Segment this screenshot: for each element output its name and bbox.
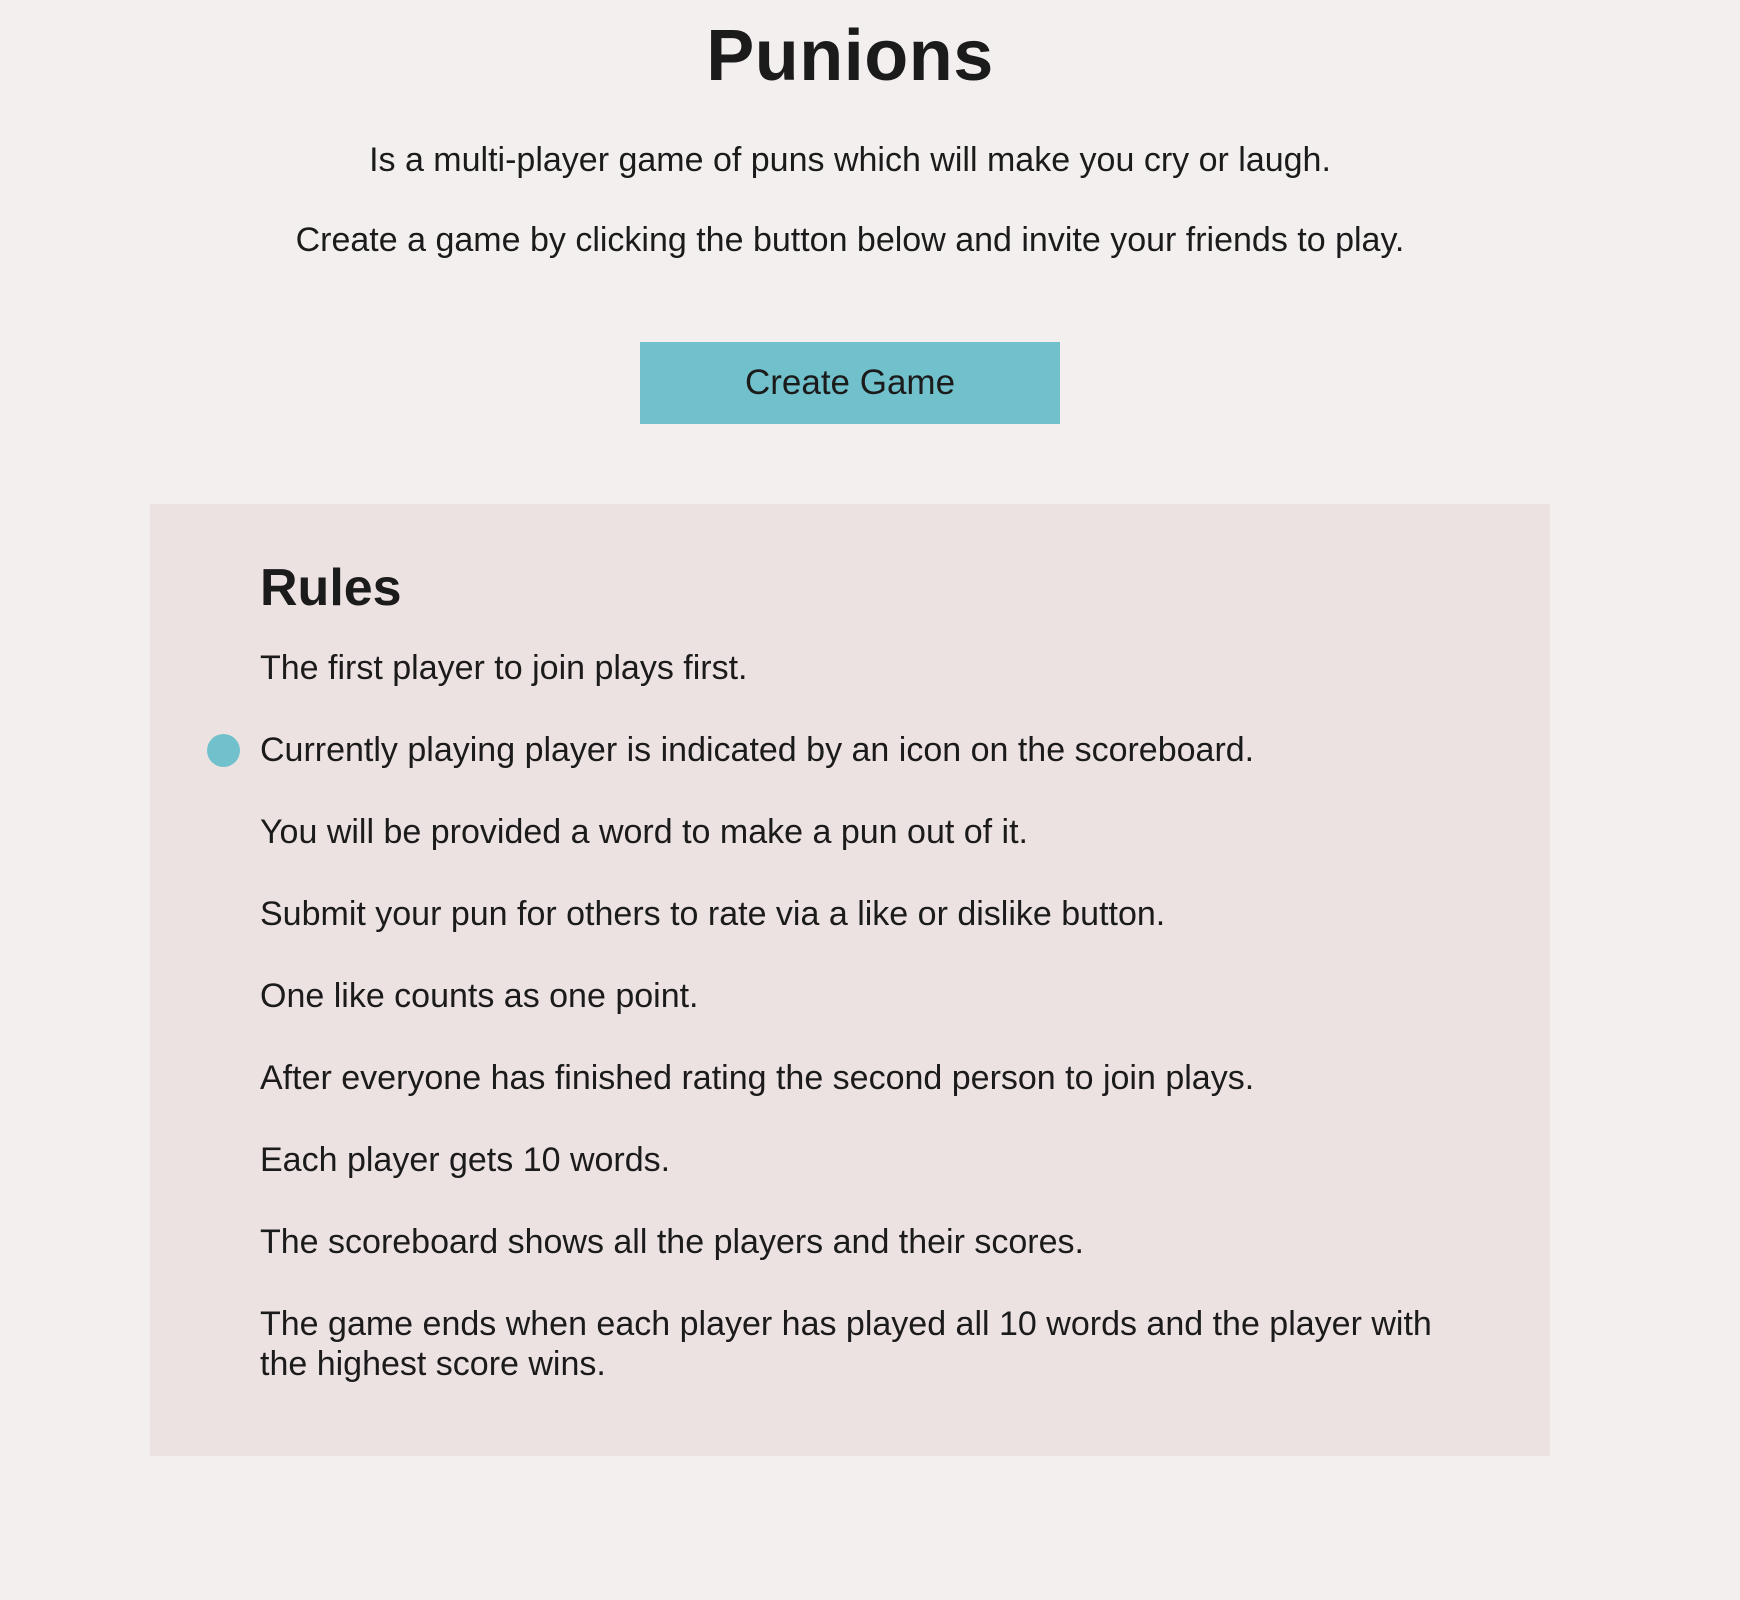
rules-panel: Rules The first player to join plays fir… <box>150 504 1550 1456</box>
rule-item: The game ends when each player has playe… <box>260 1305 1432 1383</box>
instruction-text: Create a game by clicking the button bel… <box>295 221 1405 259</box>
create-game-button[interactable]: Create Game <box>640 342 1060 424</box>
page-title: Punions <box>706 16 994 96</box>
rule-item: The scoreboard shows all the players and… <box>260 1223 1084 1261</box>
rule-item: The first player to join plays first. <box>260 649 748 687</box>
rule-item: After everyone has finished rating the s… <box>260 1059 1255 1097</box>
tagline: Is a multi-player game of puns which wil… <box>369 141 1331 179</box>
rules-heading: Rules <box>260 559 402 617</box>
rule-item: Submit your pun for others to rate via a… <box>260 895 1166 933</box>
rule-item: One like counts as one point. <box>260 977 699 1015</box>
circle-dot-icon <box>207 734 240 767</box>
rule-item: Each player gets 10 words. <box>260 1141 671 1179</box>
rule-item: You will be provided a word to make a pu… <box>260 813 1028 851</box>
rule-item: Currently playing player is indicated by… <box>260 731 1255 769</box>
